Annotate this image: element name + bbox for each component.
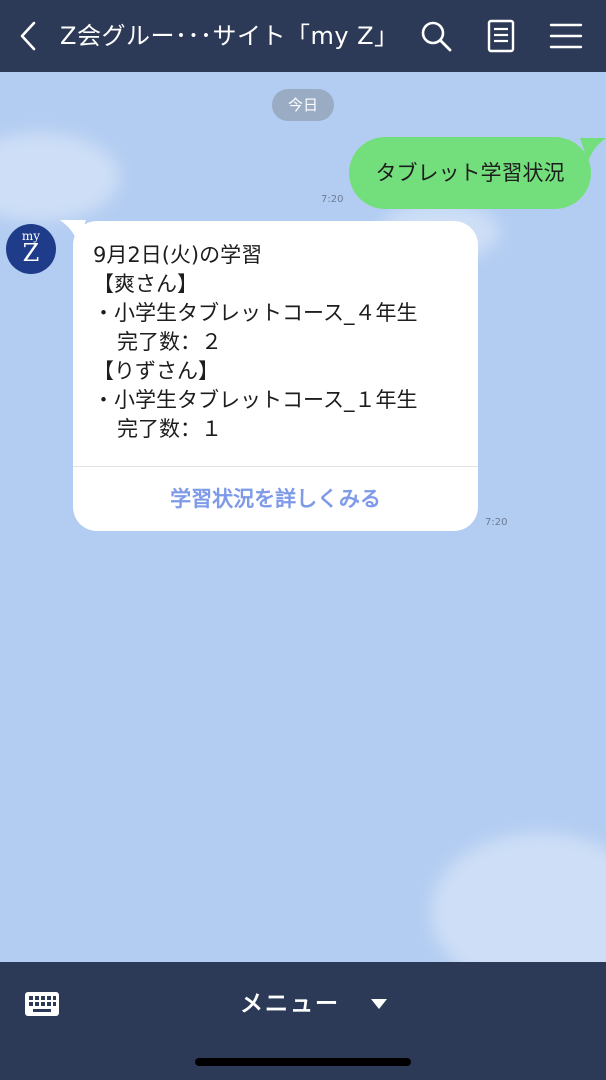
menu-toggle-button[interactable]: メニュー xyxy=(240,986,410,1022)
menu-icon[interactable] xyxy=(548,18,584,54)
message-line: 完了数：２ xyxy=(117,330,222,354)
message-line: 【爽さん】 xyxy=(93,272,198,296)
received-message-time: 7:20 xyxy=(485,517,508,528)
background-cloud xyxy=(430,832,606,962)
avatar[interactable]: my Z xyxy=(6,224,56,274)
message-line: 【りずさん】 xyxy=(93,359,219,383)
chat-area[interactable]: 今日 タブレット学習状況 7:20 my Z 9月2日(火)の学習 【爽さん】 … xyxy=(0,72,606,962)
message-line: ・小学生タブレットコース_１年生 xyxy=(93,388,418,412)
message-body: 9月2日(火)の学習 【爽さん】 ・小学生タブレットコース_４年生 完了数：２ … xyxy=(93,241,473,444)
menu-label: メニュー xyxy=(240,991,340,1017)
view-details-link[interactable]: 学習状況を詳しくみる xyxy=(73,467,478,531)
avatar-text-z: Z xyxy=(22,239,40,267)
sent-message-bubble[interactable]: タブレット学習状況 xyxy=(349,137,591,209)
home-indicator[interactable] xyxy=(195,1058,411,1066)
message-line: 完了数：１ xyxy=(117,417,222,441)
back-icon[interactable] xyxy=(14,18,44,54)
date-label: 今日 xyxy=(272,89,334,121)
header-bar: Z会グルー･･･サイト「my Z」 xyxy=(0,0,606,72)
search-icon[interactable] xyxy=(418,18,454,54)
caret-down-icon xyxy=(371,999,387,1009)
bottom-bar: メニュー xyxy=(0,962,606,1080)
message-line: 9月2日(火)の学習 xyxy=(93,243,263,267)
received-message-card: 9月2日(火)の学習 【爽さん】 ・小学生タブレットコース_４年生 完了数：２ … xyxy=(73,221,478,531)
sent-message-time: 7:20 xyxy=(321,194,344,205)
chat-title: Z会グルー･･･サイト「my Z」 xyxy=(60,22,399,50)
keyboard-icon[interactable] xyxy=(24,990,60,1018)
notes-icon[interactable] xyxy=(483,18,519,54)
message-line: ・小学生タブレットコース_４年生 xyxy=(93,301,418,325)
background-cloud xyxy=(0,132,120,222)
